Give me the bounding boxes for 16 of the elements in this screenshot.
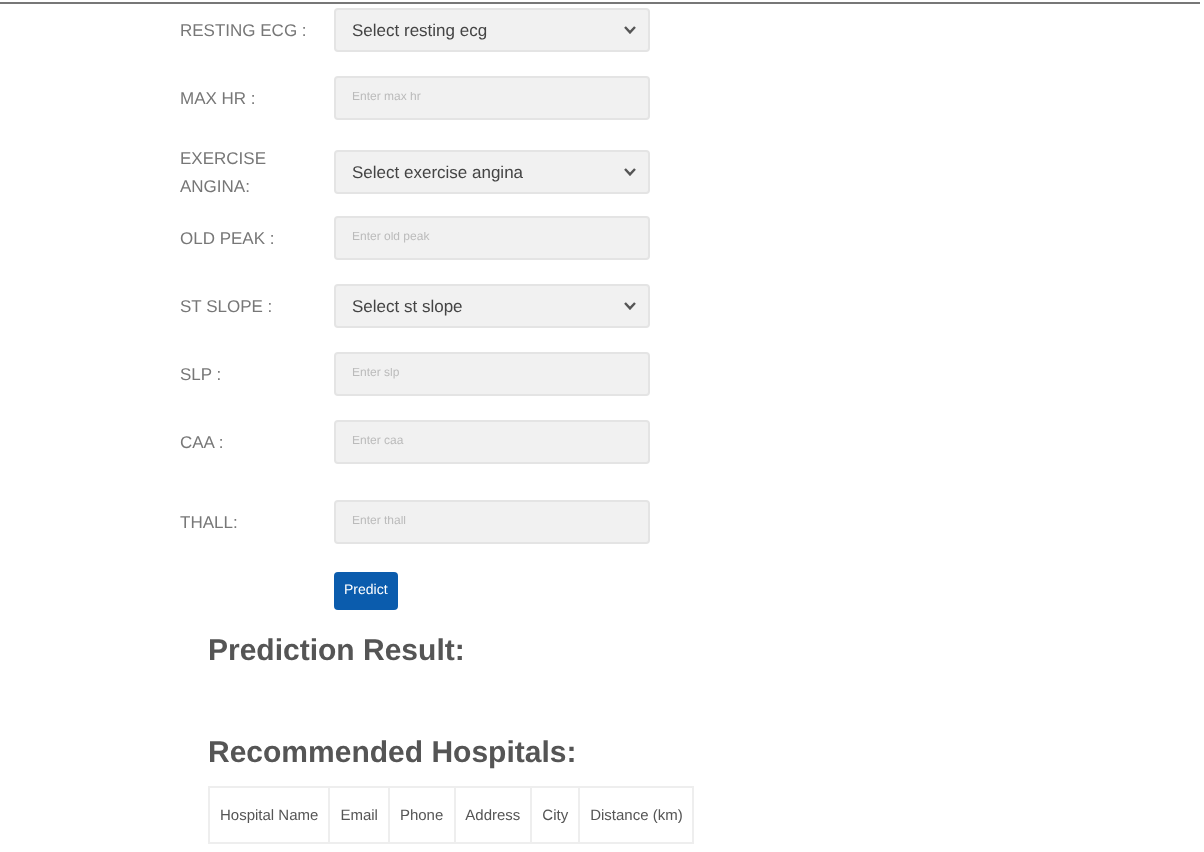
caret-icon [624, 168, 636, 176]
field-label: THALL: [180, 510, 240, 536]
field-label: MAX HR : [180, 86, 258, 112]
select-field[interactable]: Select resting ecg [334, 8, 650, 52]
field-label: SLP : [180, 362, 224, 388]
caret-icon [624, 302, 636, 310]
field-label: RESTING ECG : [180, 18, 309, 44]
field-label: EXERCISE ANGINA: [180, 146, 268, 200]
section-heading: Prediction Result: [206, 634, 467, 668]
select-field[interactable]: Select st slope [334, 284, 650, 328]
caret-icon [624, 26, 636, 34]
field-label: ST SLOPE : [180, 294, 275, 320]
section-heading: Recommended Hospitals: [206, 736, 579, 770]
field-label: OLD PEAK : [180, 226, 277, 252]
select-field[interactable]: Select exercise angina [334, 150, 650, 194]
field-label: CAA : [180, 430, 226, 456]
